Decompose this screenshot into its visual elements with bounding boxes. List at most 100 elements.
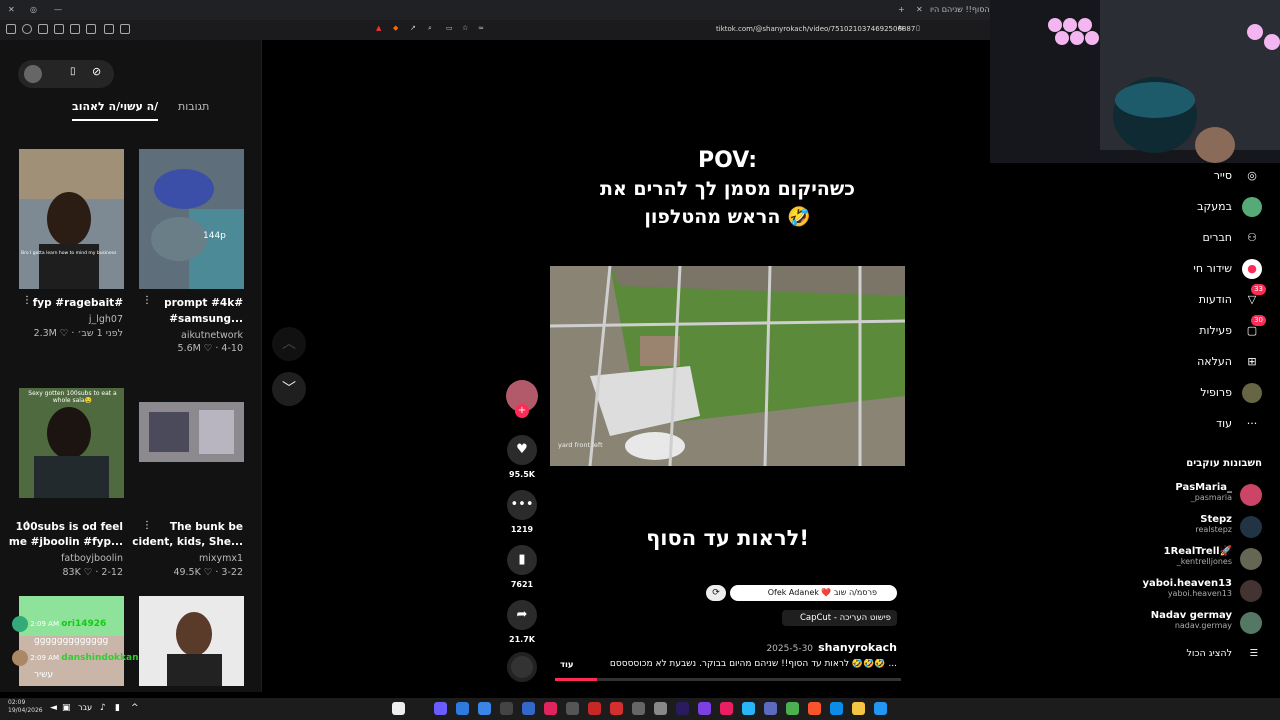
app-icon[interactable] <box>588 702 601 715</box>
video-thumbnail[interactable]: Sexy gotten 100subs to eat a whole sala🤤 <box>19 388 124 498</box>
previous-video-button[interactable]: ︿ <box>272 327 306 361</box>
see-more-link[interactable]: עוד <box>560 660 574 670</box>
shield-icon[interactable] <box>22 24 32 34</box>
like-button[interactable]: ♥ 95.5K <box>505 435 539 479</box>
next-video-button[interactable]: ﹀ <box>272 372 306 406</box>
account-item[interactable]: 1RealTrell🚀 _kentrelljones <box>1112 546 1262 570</box>
app-icon[interactable] <box>566 702 579 715</box>
more-options-icon[interactable]: ⋮ <box>142 295 152 306</box>
app-icon[interactable] <box>742 702 755 715</box>
browser-tab-title[interactable]: עד הסוף!! שניהם היו... <box>930 5 990 14</box>
video-author[interactable]: j_lgh07 <box>89 314 123 325</box>
account-item[interactable]: PasMaria_ _pasmaria <box>1112 482 1262 506</box>
account-item[interactable]: Nadav germay nadav.germay <box>1112 610 1262 634</box>
edge-icon[interactable] <box>830 702 843 715</box>
app-icon[interactable] <box>478 702 491 715</box>
author-avatar[interactable]: + <box>505 380 539 418</box>
comment-button[interactable]: ••• 1219 <box>505 490 539 534</box>
progress-bar[interactable] <box>555 678 901 681</box>
author-name[interactable]: shanyrokach <box>818 641 897 654</box>
close-window-icon[interactable]: ✕ <box>8 5 15 14</box>
bookmark-icon[interactable]: ☆ <box>462 24 468 32</box>
music-disc[interactable] <box>505 652 539 682</box>
sidebar-item-explore[interactable]: סייר ◎ <box>1122 165 1262 187</box>
video-author[interactable]: aikutnetwork <box>181 330 243 341</box>
share-icon[interactable]: ↗ <box>410 24 416 32</box>
sidebar-item-more[interactable]: עוד ··· <box>1122 413 1262 435</box>
account-item[interactable]: yaboi.heaven13 yaboi.heaven13 <box>1112 578 1262 602</box>
chrome-icon[interactable] <box>786 702 799 715</box>
address-bar[interactable]: tiktok.com/@shanyrokach/video/7510210374… <box>716 25 915 33</box>
app-icon[interactable] <box>610 702 623 715</box>
wallet-icon[interactable] <box>104 24 114 34</box>
mic-icon[interactable]: ♪ <box>100 703 106 713</box>
repost-chip[interactable]: Ofek Adanek ❤️ פרסמ/ה שוב <box>730 585 897 601</box>
chat-icon[interactable] <box>120 24 130 34</box>
extension-icon[interactable] <box>38 24 48 34</box>
more-options-icon[interactable]: ⋮ <box>142 520 152 531</box>
wave-icon[interactable]: ≈ <box>478 24 484 32</box>
tab-you-may-like[interactable]: את/ה עשוי/ה לאהוב <box>72 100 158 121</box>
video-thumbnail[interactable] <box>139 402 244 462</box>
tab-close-icon[interactable]: ✕ <box>916 5 923 14</box>
reader-icon[interactable]: ▯ <box>916 24 920 32</box>
network-icon[interactable]: ▣ <box>62 703 71 713</box>
app-icon[interactable] <box>632 702 645 715</box>
zoom-icon[interactable]: ⌕ <box>428 24 432 33</box>
clock[interactable]: 02:09 19/04/2026 <box>8 699 43 715</box>
video-caption-line2[interactable]: #samsung... <box>169 313 243 325</box>
refresh-icon[interactable]: ⊘ <box>92 65 101 78</box>
windows-icon[interactable] <box>874 702 887 715</box>
follow-icon[interactable]: + <box>515 404 529 418</box>
see-all-link[interactable]: להציג הכול ☰ <box>1112 648 1262 659</box>
sidebar-item-upload[interactable]: העלאה ⊞ <box>1122 351 1262 373</box>
premiere-icon[interactable] <box>676 702 689 715</box>
tabs-icon[interactable] <box>54 24 64 34</box>
sidebar-item-live[interactable]: שידור חי ● <box>1122 258 1262 280</box>
brave-icon[interactable] <box>808 702 821 715</box>
tab-comments[interactable]: תגובות <box>178 100 209 113</box>
video-player[interactable]: yard front left <box>550 266 905 466</box>
avatar[interactable] <box>24 65 42 83</box>
brave-icon[interactable]: ◆ <box>393 24 398 32</box>
video-caption[interactable]: fyp #ragebait# <box>33 297 123 309</box>
video-caption-line2[interactable]: cident, kids, She... <box>132 536 243 548</box>
sidebar-item-following[interactable]: במעקב <box>1122 196 1262 218</box>
language-indicator[interactable]: עבר <box>78 703 92 712</box>
screen-icon[interactable]: ▭ <box>446 24 453 32</box>
sidebar-item-inbox[interactable]: הודעות ▽ 33 <box>1122 284 1266 311</box>
start-icon[interactable] <box>434 702 447 715</box>
settings-icon[interactable]: ⇆ <box>898 24 904 32</box>
video-thumbnail[interactable]: 144p <box>139 149 244 289</box>
app-icon[interactable] <box>544 702 557 715</box>
chevron-up-icon[interactable]: ^ <box>131 703 139 713</box>
comment-icon[interactable]: ••• <box>507 490 537 520</box>
speaker-icon[interactable]: ◄ <box>50 703 57 713</box>
bookmark-icon[interactable]: ▮ <box>507 545 537 575</box>
folder-icon[interactable] <box>852 702 865 715</box>
video-thumbnail[interactable]: Bro I gotta learn how to mind my busines… <box>19 149 124 289</box>
more-options-icon[interactable]: ⋮ <box>22 295 32 306</box>
video-author[interactable]: fatboyjboolin <box>61 553 123 564</box>
video-author[interactable]: mixymx1 <box>199 553 243 564</box>
music-icon[interactable] <box>86 24 96 34</box>
app-icon[interactable] <box>654 702 667 715</box>
minimize-icon[interactable]: — <box>54 5 62 14</box>
menu-icon[interactable] <box>6 24 16 34</box>
video-caption[interactable]: The bunk be <box>170 521 243 533</box>
video-caption[interactable]: prompt #4k# <box>164 297 243 309</box>
capcut-chip[interactable]: CapCut - פישוט העריכה <box>782 610 897 626</box>
app-icon[interactable] <box>456 702 469 715</box>
phone-icon[interactable]: ▯ <box>70 66 76 77</box>
video-caption[interactable]: 100subs is od feel <box>16 521 123 533</box>
video-thumbnail[interactable] <box>139 596 244 686</box>
sidebar-item-profile[interactable]: פרופיל <box>1122 382 1262 404</box>
app-icon[interactable] <box>392 702 405 715</box>
new-tab-icon[interactable]: + <box>898 5 905 14</box>
video-caption-line2[interactable]: me #jboolin #fyp... <box>9 536 123 548</box>
account-item[interactable]: Stepz realstepz <box>1112 514 1262 538</box>
music-disc-icon[interactable] <box>507 652 537 682</box>
heart-icon[interactable]: ♥ <box>507 435 537 465</box>
share-button[interactable]: ➦ 21.7K <box>505 600 539 644</box>
repost-icon[interactable]: ⟳ <box>706 585 726 601</box>
